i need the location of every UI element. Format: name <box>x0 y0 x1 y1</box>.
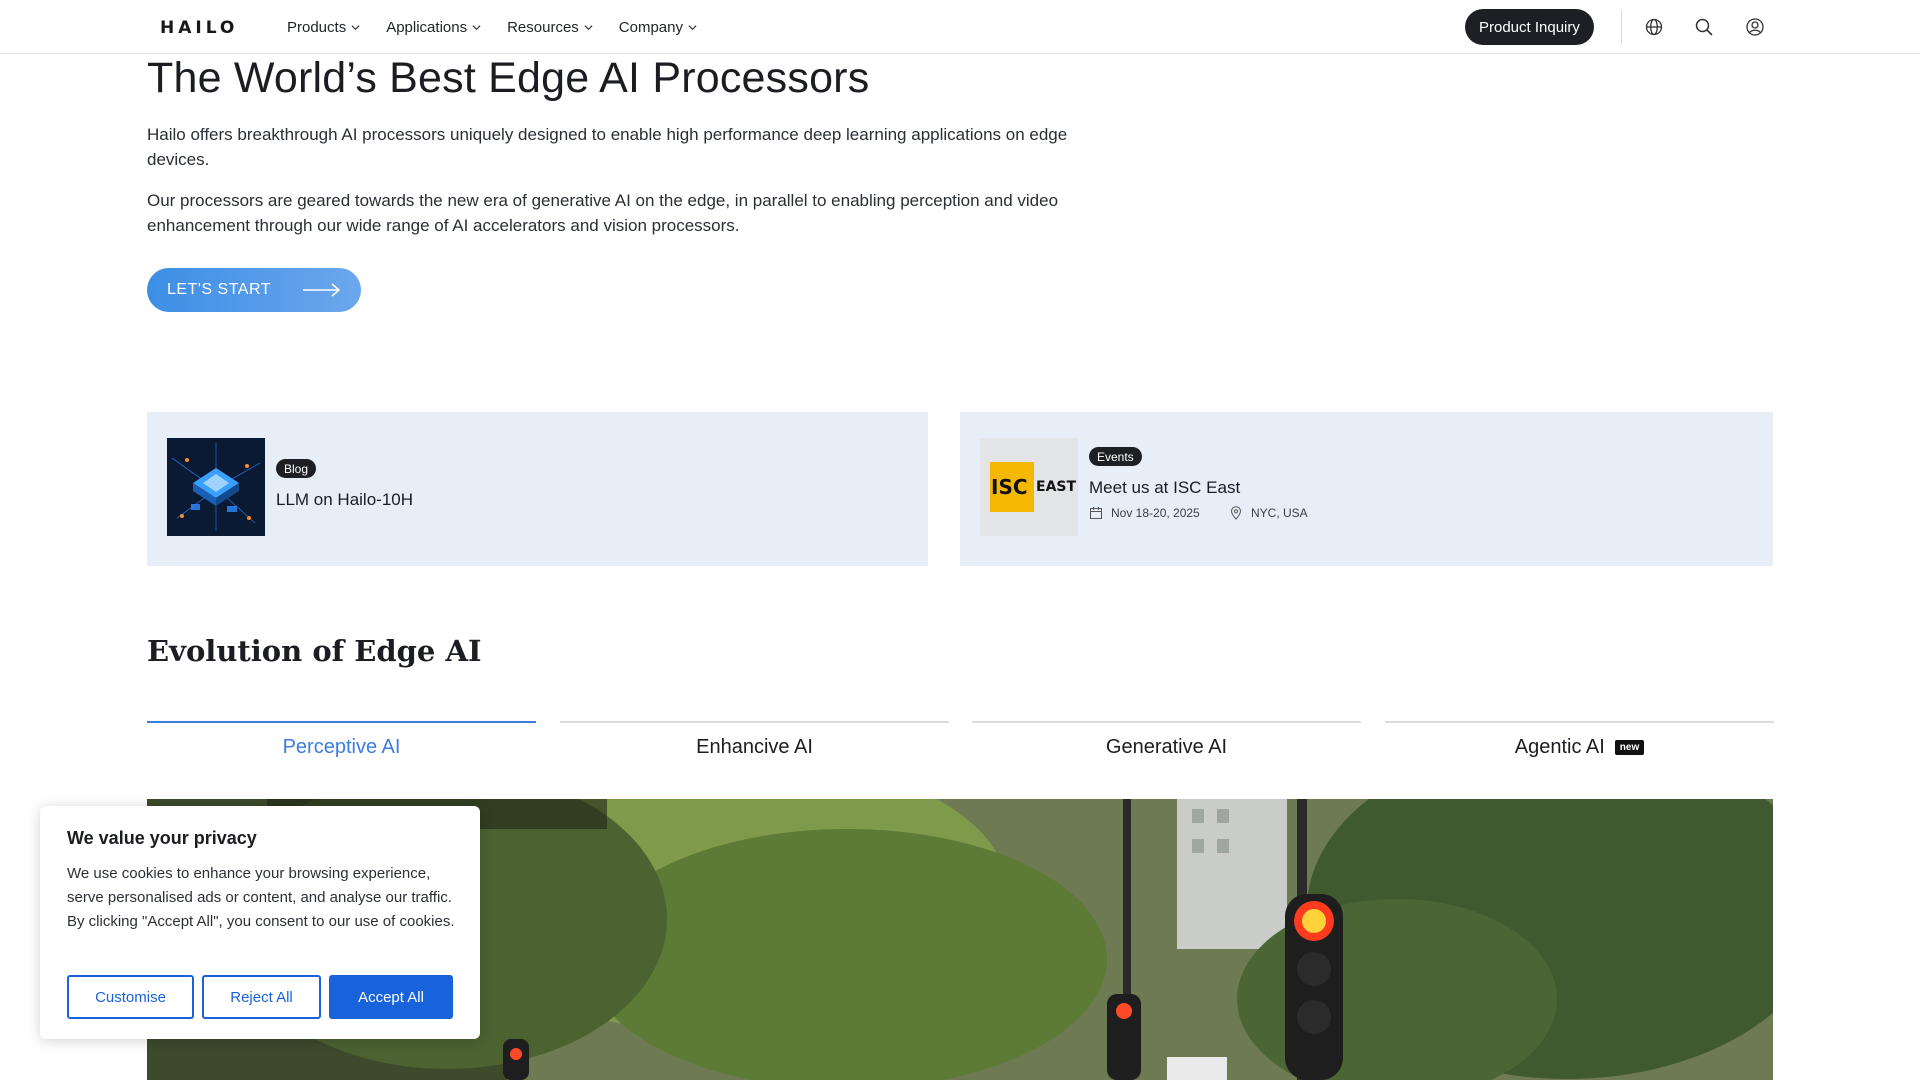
hero-title: The World’s Best Edge AI Processors <box>147 54 870 102</box>
tab-label: Agentic AI <box>1514 735 1605 758</box>
main-nav: Products Applications Resources Company <box>287 0 697 54</box>
event-date-text: Nov 18-20, 2025 <box>1111 506 1200 520</box>
new-badge: new <box>1614 739 1645 755</box>
arrow-right-icon <box>303 283 341 297</box>
tab-generative-ai[interactable]: Generative AI <box>972 721 1361 771</box>
event-date: Nov 18-20, 2025 <box>1089 506 1200 520</box>
hailo-logo[interactable]: HAILO <box>160 18 238 38</box>
user-icon[interactable] <box>1745 17 1765 37</box>
event-location: NYC, USA <box>1229 506 1308 520</box>
nav-applications-label: Applications <box>386 18 468 36</box>
blog-badge: Blog <box>276 459 317 478</box>
event-location-text: NYC, USA <box>1251 506 1308 520</box>
chip-illustration <box>167 438 265 536</box>
chevron-down-icon <box>472 24 481 30</box>
tab-enhancive-ai[interactable]: Enhancive AI <box>560 721 949 771</box>
tab-label: Perceptive AI <box>282 735 401 758</box>
chevron-down-icon <box>351 24 360 30</box>
section-title-evolution: Evolution of Edge AI <box>147 634 482 668</box>
nav-applications[interactable]: Applications <box>386 19 481 36</box>
tab-label: Enhancive AI <box>696 735 813 758</box>
customise-button[interactable]: Customise <box>67 975 194 1019</box>
cookie-consent-dialog: We value your privacy We use cookies to … <box>40 806 480 1039</box>
blog-promo-card[interactable]: Blog LLM on Hailo-10H <box>147 412 928 566</box>
nav-resources[interactable]: Resources <box>507 19 593 36</box>
product-inquiry-button[interactable]: Product Inquiry <box>1465 9 1594 45</box>
nav-company[interactable]: Company <box>619 19 697 36</box>
blog-title[interactable]: LLM on Hailo-10H <box>276 490 413 510</box>
cookie-text: We use cookies to enhance your browsing … <box>67 865 455 930</box>
tab-label: Generative AI <box>1105 735 1228 758</box>
nav-products-label: Products <box>287 18 347 36</box>
tab-agentic-ai[interactable]: Agentic AI new <box>1385 721 1774 771</box>
location-pin-icon <box>1230 506 1242 520</box>
lets-start-button[interactable]: LET'S START <box>147 268 361 312</box>
search-icon[interactable] <box>1694 17 1714 37</box>
isc-east-logo: ISC EAST <box>980 438 1078 536</box>
chevron-down-icon <box>688 24 697 30</box>
hero-paragraph-2: Our processors are geared towards the ne… <box>147 191 1059 235</box>
globe-icon[interactable] <box>1644 17 1664 37</box>
calendar-icon <box>1090 507 1102 519</box>
nav-resources-label: Resources <box>507 18 579 36</box>
accept-all-button[interactable]: Accept All <box>329 975 453 1019</box>
tab-perceptive-ai[interactable]: Perceptive AI <box>147 721 536 771</box>
reject-all-button[interactable]: Reject All <box>202 975 321 1019</box>
hero-paragraph-1: Hailo offers breakthrough AI processors … <box>147 125 1068 169</box>
nav-products[interactable]: Products <box>287 19 360 36</box>
lets-start-label: LET'S START <box>167 281 271 298</box>
header-divider <box>1621 10 1622 44</box>
nav-company-label: Company <box>618 18 683 36</box>
site-header: HAILO Products Applications Resources Co… <box>0 0 1920 54</box>
events-badge: Events <box>1089 447 1142 466</box>
chevron-down-icon <box>584 24 593 30</box>
event-title[interactable]: Meet us at ISC East <box>1089 478 1240 498</box>
event-promo-card[interactable]: ISC EAST Events Meet us at ISC East <box>960 412 1773 566</box>
logo-text: HAILO <box>160 18 239 38</box>
cookie-title: We value your privacy <box>67 828 257 848</box>
